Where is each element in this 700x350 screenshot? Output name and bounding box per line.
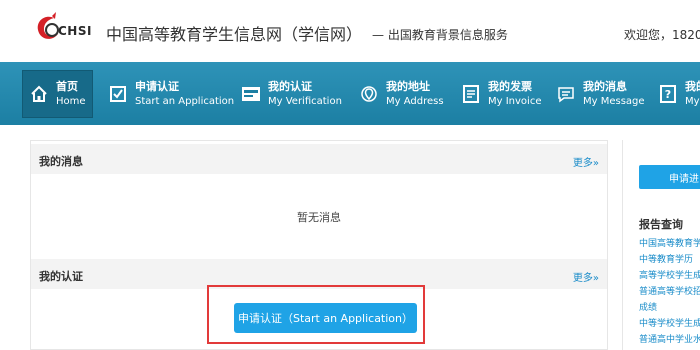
messages-panel-header: 我的消息 更多» [31,144,607,174]
site-title: 中国高等教育学生信息网（学信网） [106,25,363,44]
messages-more-link[interactable]: 更多» [573,154,599,169]
message-icon [556,84,576,104]
start-application-button[interactable]: 申请认证（Start an Application） [234,303,417,333]
nav-label-cn: 我的消息 [583,80,627,93]
main-nav: 首页 Home 申请认证 Start an Application 我的认证 M… [0,62,700,125]
report-query-title: 报告查询 [639,218,683,231]
main-content: 我的消息 更多» 暂无消息 我的认证 更多» 申请认证（Start an App… [30,140,608,350]
nav-label-cn: 我的地址 [386,80,430,93]
nav-item-start-application[interactable]: 申请认证 Start an Application [108,70,234,118]
verification-title: 我的认证 [39,270,83,283]
report-link[interactable]: 高等学校学生成 [639,268,700,284]
report-link[interactable]: 中等学校学生成 [639,316,700,332]
report-query-links: 中国高等教育学 中等教育学历 高等学校学生成 普通高等学校招 成绩 中等学校学生… [639,236,700,348]
right-sidebar: 申请进 报告查询 中国高等教育学 中等教育学历 高等学校学生成 普通高等学校招 … [622,140,700,350]
report-link[interactable]: 普通高中学业水 [639,332,700,348]
nav-label-en: My Address [386,96,444,107]
logo-text: CHSI [58,24,92,38]
nav-label-cn: 首页 [56,80,78,93]
nav-label-en: Home [56,96,86,107]
nav-label-en: My H [685,96,700,107]
invoice-icon [461,84,481,104]
sidebar-apply-button[interactable]: 申请进 [639,165,700,189]
messages-title: 我的消息 [39,155,83,168]
nav-label-cn: 我的发票 [488,80,532,93]
site-header: CHSI 中国高等教育学生信息网（学信网） — 出国教育背景信息服务 欢迎您，1… [0,0,700,62]
nav-label-cn: 我的 [685,80,700,93]
nav-item-my-address[interactable]: 我的地址 My Address [359,70,444,118]
nav-label-cn: 申请认证 [135,80,179,93]
nav-label-en: My Invoice [488,96,542,107]
help-icon: ? [658,84,678,104]
nav-label-cn: 我的认证 [268,80,312,93]
checkbox-icon [108,84,128,104]
report-link[interactable]: 成绩 [639,300,700,316]
nav-item-my-invoice[interactable]: 我的发票 My Invoice [461,70,541,118]
report-link[interactable]: 中等教育学历 [639,252,700,268]
nav-item-my-message[interactable]: 我的消息 My Message [556,70,645,118]
home-icon [29,84,49,104]
verification-more-link[interactable]: 更多» [573,269,599,284]
report-link[interactable]: 普通高等学校招 [639,284,700,300]
site-subtitle: — 出国教育背景信息服务 [372,28,508,42]
empty-messages-text: 暂无消息 [297,211,341,224]
location-pin-icon [359,84,379,104]
nav-label-en: My Message [583,96,645,107]
nav-label-en: My Verification [268,96,342,107]
svg-text:?: ? [665,88,671,101]
verification-icon [241,84,261,104]
nav-item-my-verification[interactable]: 我的认证 My Verification [241,70,342,118]
report-link[interactable]: 中国高等教育学 [639,236,700,252]
nav-label-en: Start an Application [135,96,235,107]
nav-item-home[interactable]: 首页 Home [22,70,93,118]
welcome-text: 欢迎您，18208 [624,28,700,42]
nav-item-help[interactable]: ? 我的 My H [658,70,700,118]
